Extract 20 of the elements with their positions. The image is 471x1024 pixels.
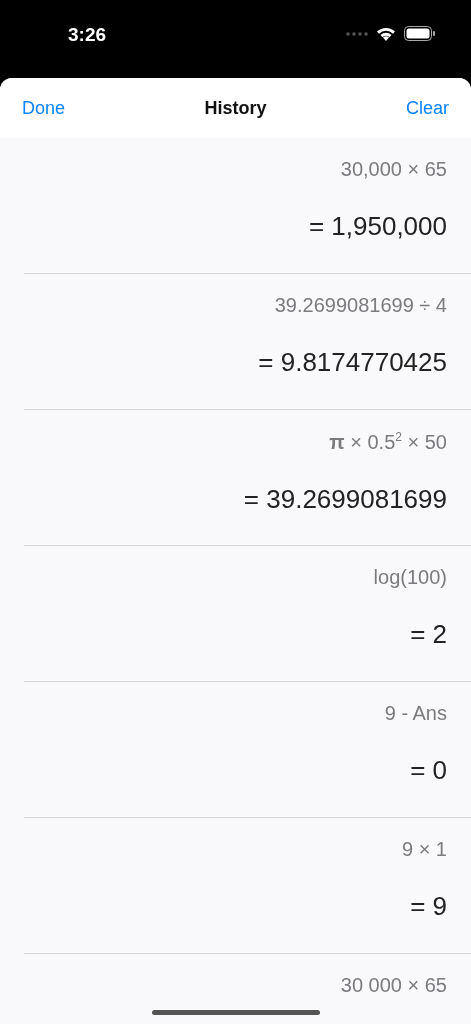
result-text: = 0 <box>410 755 447 786</box>
result-text: = 9.8174770425 <box>258 347 447 378</box>
signal-icon <box>346 31 368 36</box>
expression-text: 9 - Ans <box>384 702 447 725</box>
expression-text: 30 000 × 65 <box>340 974 447 997</box>
expression-text: π × 0.5$^{2}$ × 50 <box>329 430 447 454</box>
expression-text: 9 × 1 <box>401 838 447 861</box>
result-text: = 9 <box>410 891 447 922</box>
result-text: = 39.2699081699 <box>243 483 447 515</box>
status-time: 3:26 <box>68 24 107 46</box>
expression-text: log(100) <box>373 566 447 589</box>
sheet-title: History <box>204 97 267 119</box>
expression-text: 39.2699081699 ÷ 4 <box>274 294 447 317</box>
battery-icon <box>404 26 435 41</box>
result-text: = 1,950,000 <box>308 211 447 242</box>
result-text: = 2 <box>410 619 447 650</box>
clear-button[interactable]: Clear <box>406 97 449 119</box>
wifi-icon <box>376 26 396 41</box>
done-button[interactable]: Done <box>22 97 66 119</box>
expression-text: 30,000 × 65 <box>340 158 447 181</box>
